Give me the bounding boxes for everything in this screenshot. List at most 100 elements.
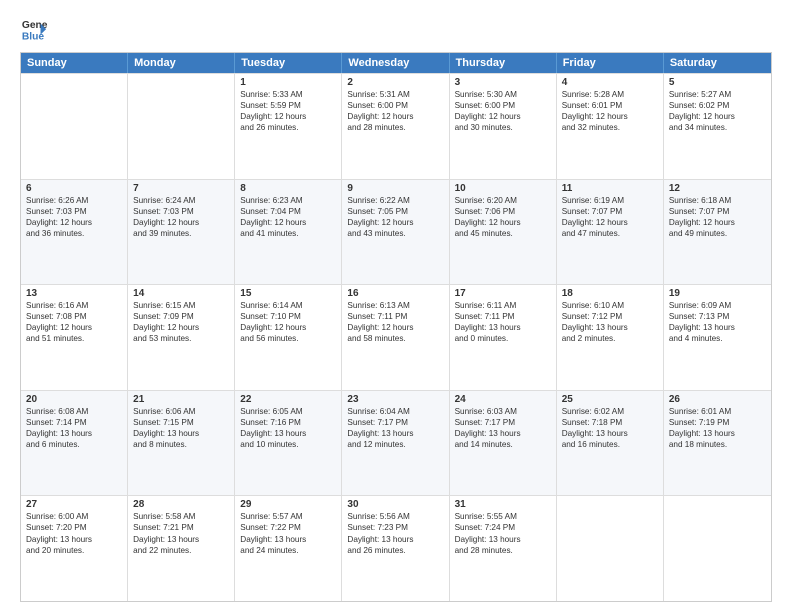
calendar-cell: 13Sunrise: 6:16 AMSunset: 7:08 PMDayligh… [21, 285, 128, 390]
cell-info-line: and 41 minutes. [240, 228, 336, 239]
cell-info-line: and 16 minutes. [562, 439, 658, 450]
cell-info-line: Sunset: 7:07 PM [562, 206, 658, 217]
day-number: 17 [455, 288, 551, 299]
day-header: Wednesday [342, 53, 449, 73]
cell-info-line: and 24 minutes. [240, 545, 336, 556]
calendar-cell: 3Sunrise: 5:30 AMSunset: 6:00 PMDaylight… [450, 74, 557, 179]
calendar-cell: 16Sunrise: 6:13 AMSunset: 7:11 PMDayligh… [342, 285, 449, 390]
cell-info-line: Sunrise: 6:13 AM [347, 300, 443, 311]
cell-info-line: and 28 minutes. [455, 545, 551, 556]
day-number: 26 [669, 394, 766, 405]
day-number: 13 [26, 288, 122, 299]
calendar-body: 1Sunrise: 5:33 AMSunset: 5:59 PMDaylight… [21, 73, 771, 601]
cell-info-line: and 43 minutes. [347, 228, 443, 239]
cell-info-line: Sunrise: 6:22 AM [347, 195, 443, 206]
calendar-cell: 8Sunrise: 6:23 AMSunset: 7:04 PMDaylight… [235, 180, 342, 285]
cell-info-line: and 32 minutes. [562, 122, 658, 133]
cell-info-line: Sunset: 6:02 PM [669, 100, 766, 111]
cell-info-line: Sunset: 7:24 PM [455, 522, 551, 533]
cell-info-line: and 12 minutes. [347, 439, 443, 450]
calendar-row: 20Sunrise: 6:08 AMSunset: 7:14 PMDayligh… [21, 390, 771, 496]
cell-info-line: Daylight: 13 hours [669, 322, 766, 333]
cell-info-line: Daylight: 13 hours [669, 428, 766, 439]
cell-info-line: Sunrise: 5:55 AM [455, 511, 551, 522]
cell-info-line: Sunrise: 5:28 AM [562, 89, 658, 100]
cell-info-line: Sunrise: 6:14 AM [240, 300, 336, 311]
day-number: 29 [240, 499, 336, 510]
cell-info-line: Sunrise: 5:30 AM [455, 89, 551, 100]
calendar-cell: 19Sunrise: 6:09 AMSunset: 7:13 PMDayligh… [664, 285, 771, 390]
cell-info-line: Sunrise: 6:15 AM [133, 300, 229, 311]
cell-info-line: Sunset: 7:19 PM [669, 417, 766, 428]
cell-info-line: Sunrise: 6:03 AM [455, 406, 551, 417]
cell-info-line: Sunset: 7:21 PM [133, 522, 229, 533]
cell-info-line: and 26 minutes. [347, 545, 443, 556]
calendar-cell: 17Sunrise: 6:11 AMSunset: 7:11 PMDayligh… [450, 285, 557, 390]
cell-info-line: Sunrise: 5:58 AM [133, 511, 229, 522]
cell-info-line: and 28 minutes. [347, 122, 443, 133]
cell-info-line: and 39 minutes. [133, 228, 229, 239]
cell-info-line: Daylight: 12 hours [455, 217, 551, 228]
cell-info-line: Sunset: 7:17 PM [455, 417, 551, 428]
header: General Blue [20, 16, 772, 44]
calendar-cell: 9Sunrise: 6:22 AMSunset: 7:05 PMDaylight… [342, 180, 449, 285]
day-number: 10 [455, 183, 551, 194]
calendar-cell: 26Sunrise: 6:01 AMSunset: 7:19 PMDayligh… [664, 391, 771, 496]
calendar-cell: 4Sunrise: 5:28 AMSunset: 6:01 PMDaylight… [557, 74, 664, 179]
day-number: 8 [240, 183, 336, 194]
page: General Blue SundayMondayTuesdayWednesda… [0, 0, 792, 612]
day-number: 28 [133, 499, 229, 510]
day-header: Thursday [450, 53, 557, 73]
cell-info-line: Sunrise: 6:23 AM [240, 195, 336, 206]
cell-info-line: and 26 minutes. [240, 122, 336, 133]
calendar-cell: 2Sunrise: 5:31 AMSunset: 6:00 PMDaylight… [342, 74, 449, 179]
cell-info-line: Daylight: 13 hours [133, 428, 229, 439]
cell-info-line: Sunset: 7:15 PM [133, 417, 229, 428]
cell-info-line: and 2 minutes. [562, 333, 658, 344]
calendar-cell: 12Sunrise: 6:18 AMSunset: 7:07 PMDayligh… [664, 180, 771, 285]
cell-info-line: Daylight: 12 hours [455, 111, 551, 122]
cell-info-line: Sunset: 7:03 PM [133, 206, 229, 217]
cell-info-line: Daylight: 12 hours [26, 322, 122, 333]
cell-info-line: Daylight: 12 hours [240, 111, 336, 122]
cell-info-line: Sunrise: 5:31 AM [347, 89, 443, 100]
cell-info-line: and 6 minutes. [26, 439, 122, 450]
day-number: 19 [669, 288, 766, 299]
cell-info-line: Sunset: 7:23 PM [347, 522, 443, 533]
day-header: Saturday [664, 53, 771, 73]
cell-info-line: Sunrise: 6:16 AM [26, 300, 122, 311]
calendar-cell: 21Sunrise: 6:06 AMSunset: 7:15 PMDayligh… [128, 391, 235, 496]
day-header: Friday [557, 53, 664, 73]
cell-info-line: and 30 minutes. [455, 122, 551, 133]
day-header: Monday [128, 53, 235, 73]
cell-info-line: Sunrise: 6:02 AM [562, 406, 658, 417]
day-number: 1 [240, 77, 336, 88]
cell-info-line: Sunrise: 5:56 AM [347, 511, 443, 522]
cell-info-line: and 18 minutes. [669, 439, 766, 450]
cell-info-line: Sunrise: 6:08 AM [26, 406, 122, 417]
day-number: 31 [455, 499, 551, 510]
day-number: 25 [562, 394, 658, 405]
calendar-cell: 25Sunrise: 6:02 AMSunset: 7:18 PMDayligh… [557, 391, 664, 496]
calendar-row: 13Sunrise: 6:16 AMSunset: 7:08 PMDayligh… [21, 284, 771, 390]
cell-info-line: Sunrise: 6:24 AM [133, 195, 229, 206]
cell-info-line: and 14 minutes. [455, 439, 551, 450]
cell-info-line: Daylight: 13 hours [455, 322, 551, 333]
day-number: 4 [562, 77, 658, 88]
cell-info-line: Daylight: 13 hours [133, 534, 229, 545]
cell-info-line: Sunrise: 6:04 AM [347, 406, 443, 417]
logo: General Blue [20, 16, 48, 44]
cell-info-line: and 49 minutes. [669, 228, 766, 239]
cell-info-line: Sunset: 7:17 PM [347, 417, 443, 428]
day-number: 20 [26, 394, 122, 405]
cell-info-line: Daylight: 13 hours [347, 534, 443, 545]
day-number: 9 [347, 183, 443, 194]
cell-info-line: Daylight: 12 hours [669, 217, 766, 228]
cell-info-line: and 10 minutes. [240, 439, 336, 450]
cell-info-line: Sunset: 7:12 PM [562, 311, 658, 322]
day-number: 2 [347, 77, 443, 88]
cell-info-line: Daylight: 12 hours [26, 217, 122, 228]
calendar-cell: 14Sunrise: 6:15 AMSunset: 7:09 PMDayligh… [128, 285, 235, 390]
calendar-cell: 18Sunrise: 6:10 AMSunset: 7:12 PMDayligh… [557, 285, 664, 390]
cell-info-line: and 34 minutes. [669, 122, 766, 133]
